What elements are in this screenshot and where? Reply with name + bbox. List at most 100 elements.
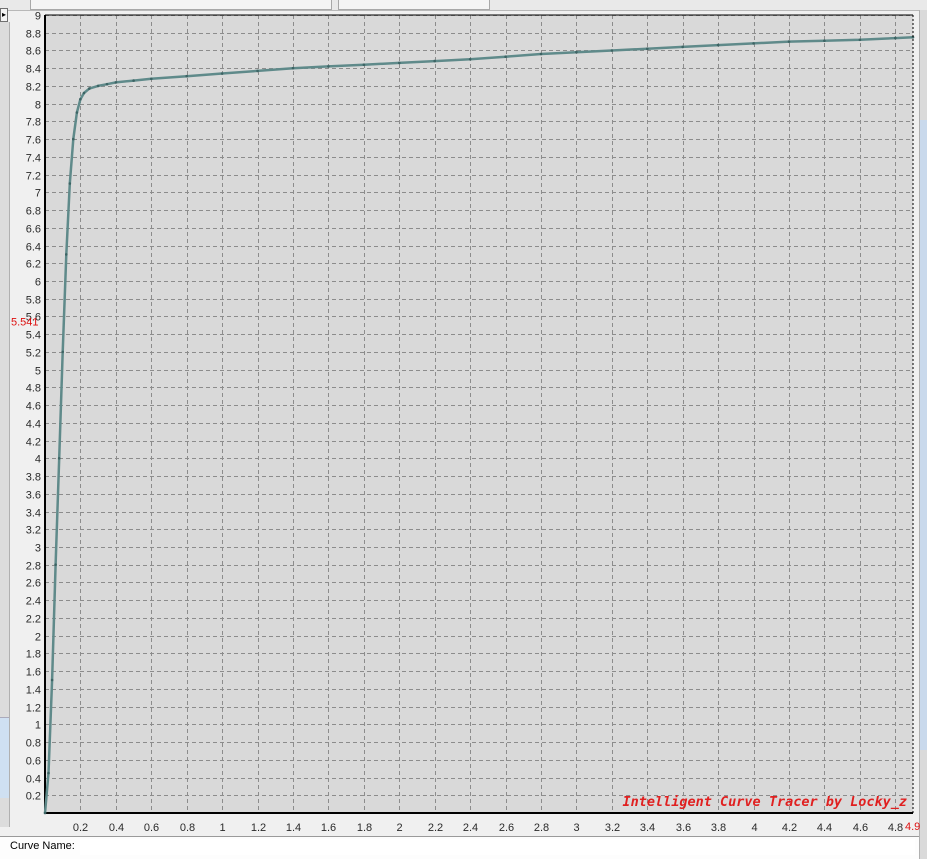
y-tick-label: 2	[35, 632, 41, 644]
y-tick-label: 2.4	[26, 596, 41, 608]
x-tick-label: 1.8	[357, 822, 372, 834]
y-tick-label: 7.8	[26, 117, 41, 129]
y-tick-label: 4.8	[26, 383, 41, 395]
data-point	[47, 771, 50, 775]
data-point	[220, 72, 224, 75]
y-tick-label: 1.6	[26, 667, 41, 679]
y-tick-label: 8.6	[26, 46, 41, 58]
y-tick-label: 5	[35, 366, 41, 378]
data-point	[82, 91, 86, 95]
x-tick-label: 3.2	[605, 822, 620, 834]
data-point	[88, 87, 91, 90]
data-point	[132, 79, 135, 82]
x-tick-label: 1.2	[251, 822, 266, 834]
y-tick-label: 8.2	[26, 82, 41, 94]
data-point	[752, 42, 755, 45]
data-point	[823, 39, 826, 42]
data-point	[68, 182, 72, 185]
x-tick-label: 2.8	[534, 822, 549, 834]
y-tick-label: 2.8	[26, 561, 41, 573]
x-tick-label: 3.4	[640, 822, 655, 834]
x-tick-label: 2.6	[499, 822, 514, 834]
data-point	[79, 97, 82, 101]
data-point	[150, 77, 153, 81]
y-tick-label: 8.8	[26, 29, 41, 41]
y-tick-label: 1.2	[26, 703, 41, 715]
x-tick-label: 3	[573, 822, 579, 834]
data-point	[65, 253, 68, 256]
y-tick-label: 8.4	[26, 64, 41, 76]
x-tick-label: 2.2	[428, 822, 443, 834]
data-point	[398, 61, 401, 65]
data-point	[575, 50, 578, 54]
x-tick-label: 0.2	[73, 822, 88, 834]
y-tick-label: 6.8	[26, 206, 41, 218]
y-tick-label: 6	[35, 277, 41, 289]
data-point	[646, 47, 649, 50]
data-point	[433, 59, 437, 63]
data-point	[43, 811, 47, 815]
y-tick-label: 7.4	[26, 153, 41, 165]
y-tick-label: 4	[35, 454, 41, 466]
data-point	[185, 74, 188, 78]
y-tick-label: 3	[35, 543, 41, 555]
y-tick-label: 3.6	[26, 490, 41, 502]
x-tick-label: 4.6	[853, 822, 868, 834]
y-tick-label: 8	[35, 100, 41, 112]
y-tick-label: 2.2	[26, 614, 41, 626]
cursor-x-readout: 4.9	[905, 821, 920, 833]
y-tick-label: 5.4	[26, 330, 41, 342]
y-tick-label: 4.2	[26, 437, 41, 449]
x-tick-label: 1.6	[321, 822, 336, 834]
data-point	[716, 43, 720, 47]
y-tick-label: 0.8	[26, 738, 41, 750]
data-point	[105, 82, 109, 86]
status-bar: Curve Name:	[0, 836, 919, 859]
y-tick-label: 7	[35, 188, 41, 200]
y-tick-label: 3.8	[26, 472, 41, 484]
y-tick-label: 6.4	[26, 242, 41, 254]
y-tick-label: 7.2	[26, 171, 41, 183]
data-point	[468, 58, 472, 61]
x-tick-label: 3.8	[711, 822, 726, 834]
x-tick-label: 4.8	[888, 822, 903, 834]
data-point	[362, 63, 366, 66]
y-tick-label: 3.4	[26, 508, 41, 520]
y-tick-label: 5.8	[26, 295, 41, 307]
y-tick-label: 1	[35, 720, 41, 732]
y-tick-label: 7.6	[26, 135, 41, 147]
y-tick-label: 2.6	[26, 578, 41, 590]
data-point	[787, 40, 791, 43]
data-point	[61, 350, 64, 354]
x-tick-label: 1.4	[286, 822, 301, 834]
data-point	[256, 69, 259, 73]
y-tick-label: 0.6	[26, 756, 41, 768]
y-tick-label: 6.6	[26, 224, 41, 236]
y-tick-label: 4.6	[26, 401, 41, 413]
curve-plot[interactable]: 0.2 0.4 0.6 0.8 1 1.2 1.4 1.6 1.8 2 2.2 2.4 2.6 2.8 3 3…	[0, 0, 927, 859]
y-tick-label: 5.2	[26, 348, 41, 360]
cursor-y-readout: 5.541	[11, 317, 39, 329]
data-point	[72, 137, 75, 141]
data-point	[54, 563, 57, 566]
x-tick-label: 2.4	[463, 822, 478, 834]
data-point	[291, 66, 295, 70]
y-tick-label: 1.8	[26, 649, 41, 661]
data-point	[96, 84, 100, 88]
data-point	[504, 55, 507, 58]
plot-area[interactable]	[45, 15, 913, 813]
data-point	[858, 38, 862, 42]
y-tick-label: 3.2	[26, 525, 41, 537]
y-tick-label: 4.4	[26, 419, 41, 431]
x-tick-label: 0.4	[109, 822, 124, 834]
x-tick-label: 0.8	[180, 822, 195, 834]
curve-name-label: Curve Name:	[10, 840, 75, 852]
data-point	[114, 81, 118, 84]
data-point	[57, 457, 61, 460]
y-tick-label: 6.2	[26, 259, 41, 271]
x-tick-label: 4.2	[782, 822, 797, 834]
watermark-text: Intelligent Curve Tracer by Locky_z	[623, 794, 907, 810]
data-point	[681, 45, 684, 49]
curve-name-field[interactable]	[80, 839, 915, 855]
data-point	[539, 52, 543, 56]
